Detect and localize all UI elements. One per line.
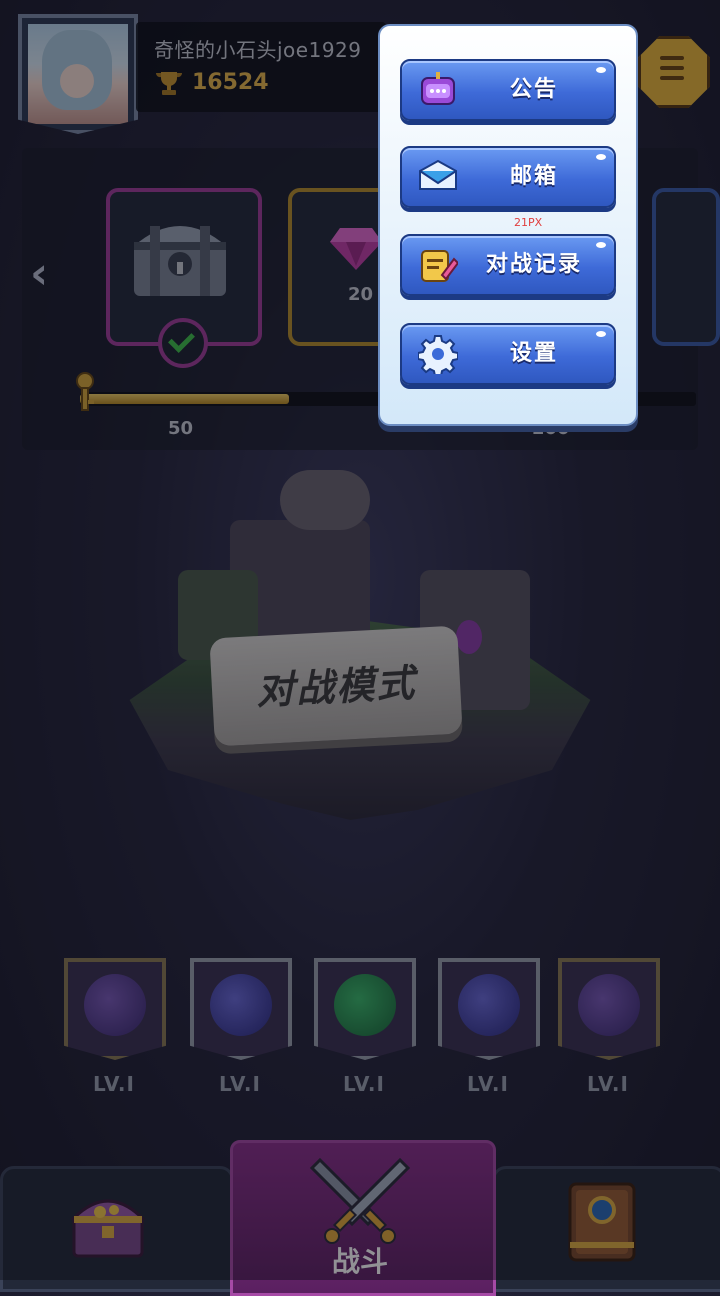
hero-slot[interactable]: LV.I	[558, 958, 660, 1096]
hamburger-icon	[660, 56, 684, 82]
menu-item-label: 对战记录	[485, 252, 582, 277]
hero-level: LV.I	[343, 1072, 385, 1096]
claimed-check-icon	[158, 318, 208, 368]
chevron-left-icon[interactable]: ‹	[30, 248, 48, 299]
reward-progress-fill	[80, 394, 290, 404]
menu-item-announcement[interactable]: 公告	[400, 59, 616, 121]
chest-icon	[134, 226, 226, 296]
spacing-annotation: 21PX	[514, 216, 543, 229]
hero-slot[interactable]: LV.I	[438, 958, 540, 1096]
mail-icon	[419, 159, 457, 190]
hero-slot[interactable]: LV.I	[190, 958, 292, 1096]
menu-item-label: 邮箱	[509, 164, 558, 189]
nav-battle-label: 战斗	[331, 1245, 388, 1278]
settings-dropdown-menu: 公告 邮箱 对战记录 设置 21PX	[378, 24, 638, 426]
progress-tick-label: 50	[168, 418, 194, 439]
menu-item-label: 设置	[509, 341, 558, 366]
hero-slot[interactable]: LV.I	[314, 958, 416, 1096]
menu-item-label: 公告	[509, 77, 558, 102]
trophy-icon	[155, 72, 183, 95]
dragon-portrait	[334, 974, 396, 1036]
player-avatar[interactable]	[18, 14, 138, 134]
gear-icon	[418, 335, 458, 374]
hero-card	[314, 958, 416, 1060]
hero-card	[438, 958, 540, 1060]
hero-slot[interactable]: LV.I	[64, 958, 166, 1096]
trophy-count: 16524	[192, 70, 269, 95]
hero-level: LV.I	[219, 1072, 261, 1096]
hero-lineup: LV.I LV.I LV.I LV.I LV.I	[60, 958, 670, 1098]
dragon-portrait	[84, 974, 146, 1036]
reward-slot-next[interactable]	[652, 188, 720, 346]
crystal-decoration	[456, 620, 482, 654]
dragon-portrait	[210, 974, 272, 1036]
menu-item-battle-record[interactable]: 对战记录	[400, 234, 616, 296]
hero-level: LV.I	[587, 1072, 629, 1096]
key-icon	[76, 372, 94, 411]
announcement-icon	[421, 72, 455, 105]
hero-card	[558, 958, 660, 1060]
hero-card	[190, 958, 292, 1060]
menu-item-settings[interactable]: 设置	[400, 323, 616, 385]
menu-item-mailbox[interactable]: 邮箱	[400, 146, 616, 208]
avatar-portrait	[28, 24, 128, 124]
rock-decoration	[280, 470, 370, 530]
gem-icon	[330, 228, 382, 270]
hero-level: LV.I	[467, 1072, 509, 1096]
dragon-portrait	[458, 974, 520, 1036]
treasure-chest-icon	[70, 1199, 146, 1258]
player-name: 奇怪的小石头joe1929	[154, 38, 362, 62]
crossed-swords-icon	[309, 1157, 411, 1244]
gem-count: 20	[348, 284, 374, 305]
hero-level: LV.I	[93, 1072, 135, 1096]
book-icon	[568, 1182, 636, 1262]
battle-record-icon	[421, 250, 458, 282]
dragon-portrait	[578, 974, 640, 1036]
mode-title: 对战模式	[255, 660, 418, 714]
hero-card	[64, 958, 166, 1060]
